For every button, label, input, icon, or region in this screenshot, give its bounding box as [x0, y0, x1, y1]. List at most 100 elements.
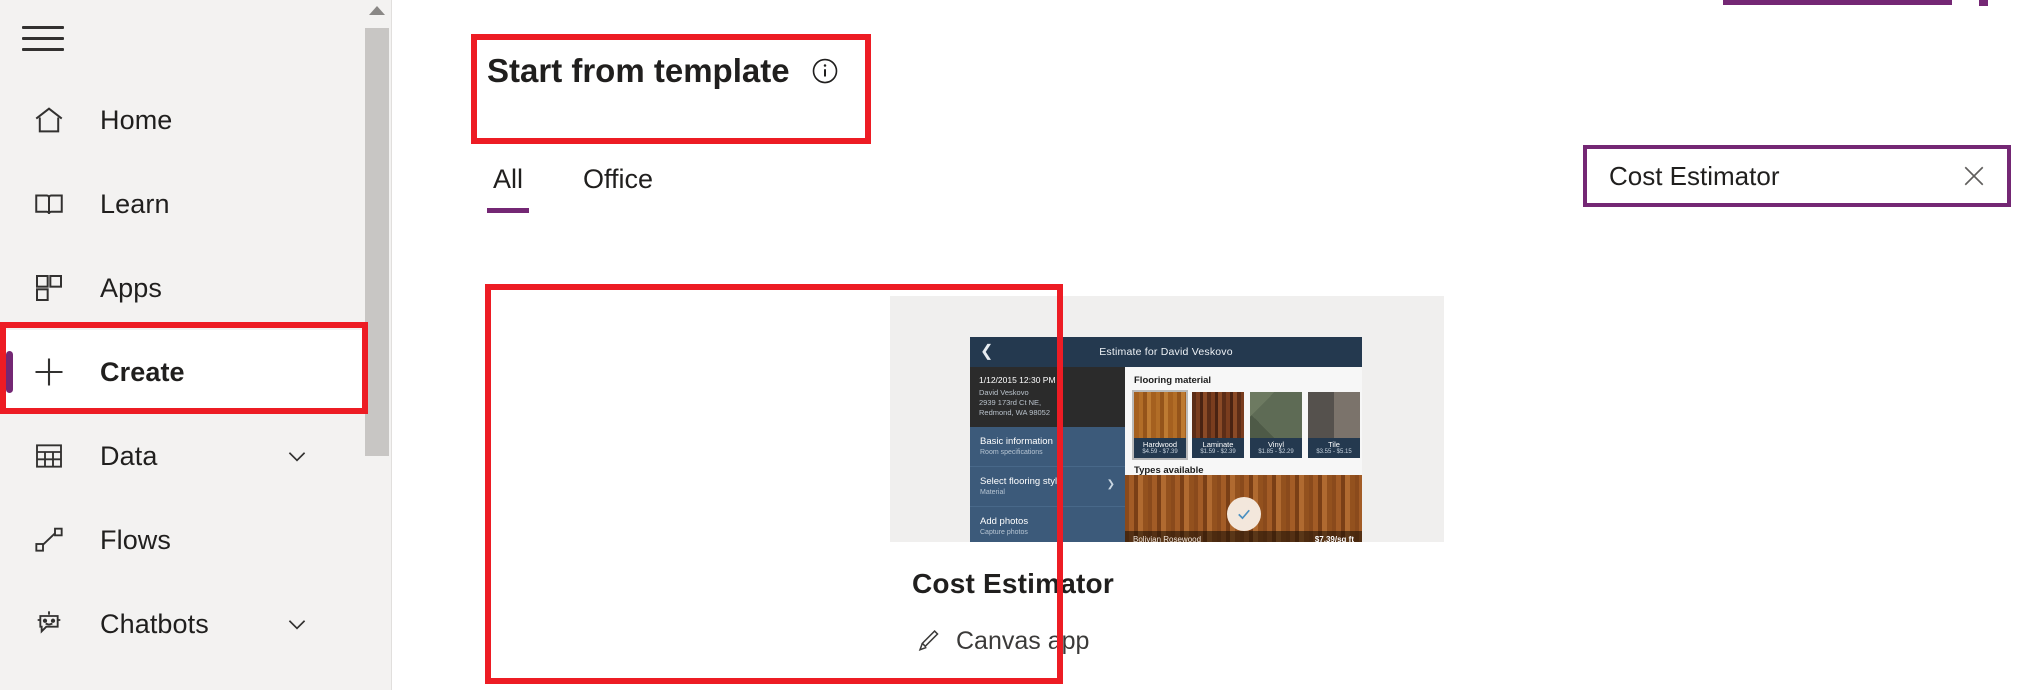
- mock-app-title: Estimate for David Veskovo: [1099, 346, 1233, 358]
- material-price: $1.85 - $2.29: [1258, 449, 1294, 455]
- top-accent-dot: [1979, 0, 1988, 6]
- page-title-group: Start from template: [487, 52, 840, 90]
- mock-left-panel: 1/12/2015 12:30 PM David Veskovo 2939 17…: [970, 367, 1125, 542]
- tab-all[interactable]: All: [487, 160, 530, 215]
- material-name: Tile: [1328, 440, 1340, 449]
- mock-nav-subtitle: Material: [980, 489, 1005, 496]
- check-icon: [1226, 497, 1261, 531]
- wood-price: $7.39/sq ft: [1314, 534, 1354, 543]
- mock-nav-row: Select flooring style Material ❯: [970, 467, 1125, 507]
- mock-nav-title: Select flooring style: [980, 476, 1063, 487]
- sidebar-item-learn[interactable]: Learn: [0, 162, 362, 246]
- wood-name: Bolivian Rosewood: [1133, 534, 1202, 543]
- hamburger-bar: [22, 36, 64, 40]
- scrollbar-thumb[interactable]: [365, 28, 389, 456]
- power-apps-create-page: Home Learn Apps Create Data Flows Chatbo…: [0, 0, 2025, 690]
- material-texture-tile: [1308, 392, 1360, 438]
- template-search-box[interactable]: [1583, 145, 2011, 207]
- template-card-title: Cost Estimator: [912, 568, 1114, 599]
- sidebar-item-label: Create: [100, 356, 185, 387]
- mock-nav-subtitle: Capture photos: [980, 529, 1028, 536]
- mock-nav-row: Add photos Capture photos: [970, 507, 1125, 542]
- top-accent-bar: [1723, 0, 1952, 5]
- close-x-icon[interactable]: [1957, 159, 1991, 193]
- sidebar-item-label: Flows: [100, 524, 172, 555]
- mock-nav-title: Add photos: [980, 516, 1029, 527]
- sidebar-item-create[interactable]: Create: [0, 330, 362, 414]
- plus-icon: [26, 349, 72, 395]
- hamburger-bar: [22, 25, 64, 29]
- mock-right-panel: Flooring material Hardwood $4.59 - $7.39: [1125, 367, 1362, 542]
- search-input[interactable]: [1609, 160, 1957, 192]
- template-card-body: Cost Estimator Canvas app: [890, 542, 1444, 656]
- sidebar-item-chatbots[interactable]: Chatbots: [0, 582, 362, 666]
- scroll-up-arrow-icon[interactable]: [369, 6, 385, 15]
- main-content: Start from template All Office Cost Esti…: [393, 0, 2025, 690]
- material-name: Laminate: [1202, 440, 1234, 449]
- robot-icon: [26, 601, 72, 647]
- material-texture-laminate: [1192, 392, 1244, 438]
- mock-material-swatch: Vinyl $1.85 - $2.29: [1250, 392, 1302, 458]
- sidebar-nav-list: Home Learn Apps Create Data Flows Chatbo…: [0, 78, 362, 666]
- mock-material-swatch: Laminate $1.59 - $2.39: [1192, 392, 1244, 458]
- template-card-type-label: Canvas app: [956, 626, 1090, 655]
- chevron-right-icon: ❯: [1106, 479, 1115, 490]
- flow-icon: [26, 517, 72, 563]
- material-texture-hardwood: [1134, 392, 1186, 438]
- template-filter-tabs: All Office: [487, 160, 659, 215]
- material-price: $4.59 - $7.39: [1142, 449, 1178, 455]
- material-price: $1.59 - $2.39: [1200, 449, 1236, 455]
- table-icon: [26, 433, 72, 479]
- chevron-down-icon[interactable]: [284, 611, 310, 637]
- sidebar-item-apps[interactable]: Apps: [0, 246, 362, 330]
- mock-address-line2: Redmond, WA 98052: [979, 408, 1051, 417]
- tab-office[interactable]: Office: [577, 160, 659, 215]
- mock-section-types: Types available: [1134, 465, 1204, 476]
- chevron-down-icon[interactable]: [284, 443, 310, 469]
- mock-material-swatches: Hardwood $4.59 - $7.39 Laminate $1.59 - …: [1125, 390, 1362, 460]
- tab-label: All: [493, 164, 524, 194]
- info-circle-icon[interactable]: [810, 56, 840, 86]
- hamburger-menu-icon[interactable]: [22, 20, 68, 56]
- home-icon: [26, 97, 72, 143]
- sidebar-item-data[interactable]: Data: [0, 414, 362, 498]
- material-price: $3.55 - $5.15: [1316, 449, 1352, 455]
- hamburger-bar: [22, 47, 64, 51]
- material-caption: Vinyl $1.85 - $2.29: [1250, 438, 1302, 458]
- mock-address-line1: 2939 173rd Ct NE,: [979, 398, 1042, 407]
- page-title: Start from template: [487, 52, 790, 89]
- left-sidebar: Home Learn Apps Create Data Flows Chatbo…: [0, 0, 362, 690]
- mock-app-header: ❮ Estimate for David Veskovo: [970, 337, 1362, 367]
- template-thumbnail: ❮ Estimate for David Veskovo 1/12/2015 1…: [890, 296, 1444, 542]
- material-texture-vinyl: [1250, 392, 1302, 438]
- sidebar-item-label: Data: [100, 440, 158, 471]
- material-caption: Hardwood $4.59 - $7.39: [1134, 438, 1186, 458]
- mock-customer-block: 1/12/2015 12:30 PM David Veskovo 2939 17…: [970, 367, 1125, 427]
- mock-nav-row: Basic information Room specifications: [970, 427, 1125, 467]
- chevron-left-icon: ❮: [980, 343, 994, 360]
- material-name: Hardwood: [1142, 440, 1178, 449]
- mock-selected-wood-preview: Bolivian Rosewood $7.39/sq ft: [1125, 475, 1362, 542]
- book-icon: [26, 181, 72, 227]
- mock-nav-subtitle: Room specifications: [980, 449, 1043, 456]
- sidebar-item-flows[interactable]: Flows: [0, 498, 362, 582]
- mock-nav-title: Basic information: [980, 436, 1053, 447]
- mock-material-swatch: Hardwood $4.59 - $7.39: [1132, 390, 1188, 460]
- mock-app-body: 1/12/2015 12:30 PM David Veskovo 2939 17…: [970, 367, 1362, 542]
- mock-datetime: 1/12/2015 12:30 PM: [979, 375, 1056, 385]
- mock-customer-name: David Veskovo: [979, 388, 1029, 397]
- material-caption: Laminate $1.59 - $2.39: [1192, 438, 1244, 458]
- apps-grid-icon: [26, 265, 72, 311]
- sidebar-item-home[interactable]: Home: [0, 78, 362, 162]
- material-name: Vinyl: [1267, 440, 1285, 449]
- paintbrush-icon: [912, 626, 942, 656]
- sidebar-item-label: Learn: [100, 188, 170, 219]
- mock-material-swatch: Tile $3.55 - $5.15: [1308, 392, 1360, 458]
- mock-wood-info-bar: Bolivian Rosewood $7.39/sq ft: [1125, 531, 1362, 542]
- tab-label: Office: [583, 164, 654, 194]
- sidebar-item-label: Apps: [100, 272, 162, 303]
- template-card-cost-estimator[interactable]: ❮ Estimate for David Veskovo 1/12/2015 1…: [890, 296, 1444, 672]
- sidebar-scrollbar[interactable]: [362, 0, 392, 690]
- template-card-type: Canvas app: [912, 626, 1444, 656]
- material-caption: Tile $3.55 - $5.15: [1308, 438, 1360, 458]
